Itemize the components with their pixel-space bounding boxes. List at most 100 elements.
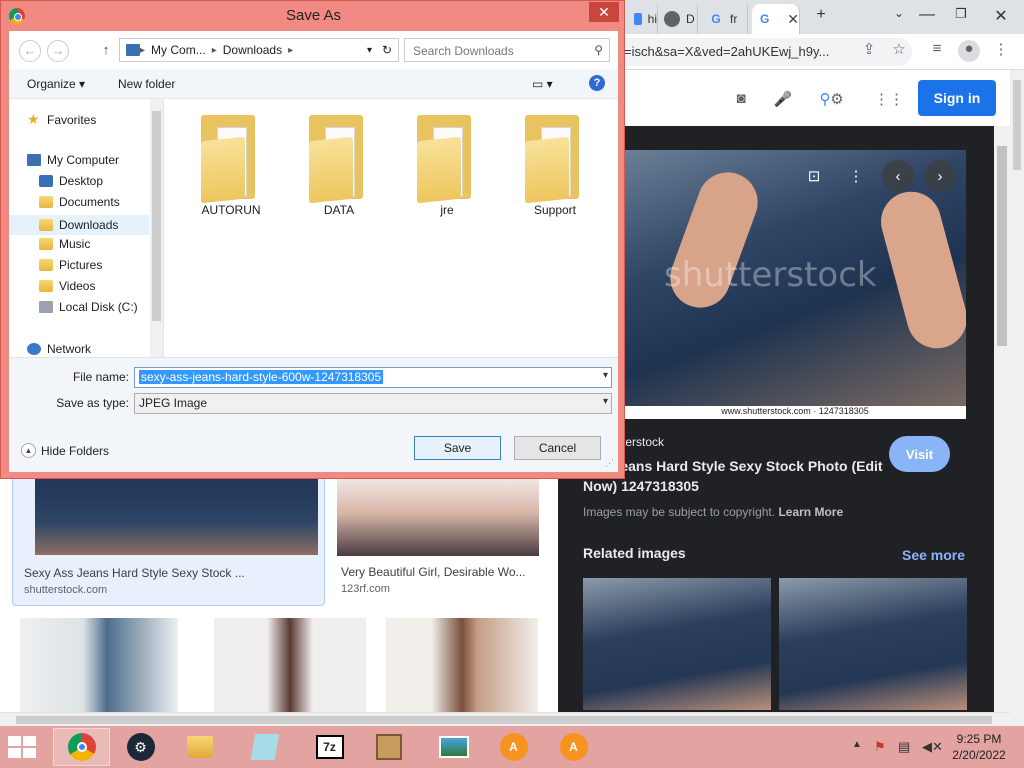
show-hidden-icons-icon[interactable]: ▲ [852, 739, 862, 750]
close-button[interactable]: ✕ [589, 2, 619, 22]
folder-data[interactable]: DATA [289, 109, 389, 217]
panel-scrollbar[interactable] [994, 126, 1010, 712]
resize-grip-icon[interactable]: ⋰ [605, 458, 614, 469]
address-breadcrumb[interactable]: ▸ My Com... ▸ Downloads ▸ ▾ ↻ [119, 38, 399, 62]
notepad-icon[interactable] [236, 728, 293, 766]
tab-1[interactable]: hi [628, 4, 658, 34]
refresh-icon[interactable]: ↻ [382, 43, 392, 57]
organize-button[interactable]: Organize ▾ [27, 77, 85, 91]
preview-image[interactable]: shutterstock [624, 150, 966, 406]
tab-active[interactable]: G ✕ [752, 4, 800, 34]
photos-icon[interactable] [425, 728, 482, 766]
nav-scrollbar[interactable] [150, 99, 163, 357]
file-name-input[interactable]: sexy-ass-jeans-hard-style-600w-124731830… [134, 367, 612, 388]
nav-downloads[interactable]: Downloads [9, 215, 149, 235]
avast-icon[interactable]: A [545, 728, 602, 766]
result-title[interactable]: Very Beautiful Girl, Desirable Wo... [341, 565, 526, 579]
tab-2[interactable]: D [658, 4, 698, 34]
steam-icon[interactable]: ⚙ [112, 728, 169, 766]
profile-icon[interactable]: ● [958, 40, 980, 62]
apps-grid-icon[interactable]: ⋮⋮ [874, 90, 904, 112]
more-options-icon[interactable]: ⋮ [840, 160, 872, 192]
folder-support[interactable]: Support [505, 109, 605, 217]
preview-title[interactable]: Ass Jeans Hard Style Sexy Stock Photo (E… [583, 456, 883, 496]
folder-label: DATA [323, 203, 355, 217]
view-options-icon[interactable]: ▭ ▾ [532, 77, 553, 91]
folder-jre[interactable]: jre [397, 109, 497, 217]
nav-my-computer[interactable]: My Computer [27, 153, 119, 167]
result-thumbnail[interactable] [386, 618, 538, 712]
result-thumbnail[interactable] [337, 470, 539, 556]
nav-videos[interactable]: Videos [39, 279, 95, 293]
breadcrumb-item[interactable]: Downloads [223, 43, 282, 57]
7zip-icon[interactable]: 7z [301, 728, 358, 766]
app-icon[interactable] [360, 728, 417, 766]
nav-desktop[interactable]: Desktop [39, 174, 103, 188]
save-as-type-select[interactable]: JPEG Image ▾ [134, 393, 612, 414]
hide-folders-toggle[interactable]: ▲ Hide Folders [21, 443, 109, 458]
chrome-icon[interactable] [53, 728, 110, 766]
new-tab-button[interactable]: + [810, 6, 832, 24]
sign-in-button[interactable]: Sign in [918, 80, 996, 116]
nav-music[interactable]: Music [39, 237, 90, 251]
file-explorer-icon[interactable] [171, 728, 228, 766]
visit-button[interactable]: Visit [889, 436, 950, 472]
next-icon[interactable]: › [924, 160, 956, 192]
lens-icon[interactable]: ⊡ [798, 160, 830, 192]
scrollbar-thumb[interactable] [152, 111, 161, 321]
camera-icon[interactable]: ◙ [730, 90, 752, 112]
nav-network[interactable]: Network [27, 342, 91, 356]
folder-autorun[interactable]: AUTORUN [181, 109, 281, 217]
close-window-icon[interactable]: ✕ [990, 6, 1012, 26]
windows-start-icon[interactable] [8, 736, 38, 758]
new-folder-button[interactable]: New folder [118, 77, 175, 91]
result-thumbnail[interactable] [20, 618, 178, 712]
result-card[interactable]: Sexy Ass Jeans Hard Style Sexy Stock ...… [12, 470, 325, 606]
volume-muted-icon[interactable]: ◀✕ [922, 739, 943, 755]
reading-list-icon[interactable]: ≡ [926, 40, 948, 62]
related-image[interactable] [779, 578, 967, 710]
chevron-down-icon[interactable]: ▾ [367, 45, 372, 56]
scrollbar-thumb[interactable] [1013, 80, 1021, 170]
avast-icon[interactable]: A [485, 728, 542, 766]
result-thumbnail[interactable] [35, 471, 318, 555]
scrollbar-thumb[interactable] [16, 716, 992, 724]
horizontal-scrollbar[interactable] [0, 712, 1010, 726]
microphone-icon[interactable]: 🎤 [772, 90, 794, 112]
nav-pictures[interactable]: Pictures [39, 258, 102, 272]
page-scrollbar[interactable] [1010, 70, 1024, 726]
result-card[interactable]: Very Beautiful Girl, Desirable Wo... 123… [337, 470, 547, 606]
action-center-flag-icon[interactable]: ⚑ [874, 739, 886, 755]
network-tray-icon[interactable]: ▤ [898, 739, 910, 755]
breadcrumb-item[interactable]: My Com... [151, 43, 206, 57]
share-icon[interactable]: ⇪ [858, 40, 880, 62]
learn-more-link[interactable]: Learn More [778, 505, 843, 519]
close-tab-icon[interactable]: ✕ [787, 11, 799, 28]
save-button[interactable]: Save [414, 436, 501, 460]
nav-favorites[interactable]: ★ Favorites [27, 111, 96, 128]
system-clock[interactable]: 9:25 PM 2/20/2022 [946, 731, 1012, 763]
bookmark-star-icon[interactable]: ☆ [888, 40, 910, 62]
scrollbar-thumb[interactable] [997, 146, 1007, 346]
see-more-link[interactable]: See more [902, 547, 965, 563]
chevron-down-icon[interactable]: ▾ [603, 370, 608, 381]
forward-arrow-icon[interactable]: → [47, 40, 69, 62]
nav-local-disk[interactable]: Local Disk (C:) [39, 300, 138, 314]
restore-icon[interactable]: ❐ [950, 6, 972, 22]
tab-3[interactable]: G fr [702, 4, 748, 34]
tab-search-icon[interactable]: ⌄ [888, 6, 910, 20]
settings-gear-icon[interactable]: ⚙ [826, 90, 848, 112]
help-icon[interactable]: ? [589, 75, 605, 91]
preview-source[interactable]: terstock [622, 435, 664, 449]
cancel-button[interactable]: Cancel [514, 436, 601, 460]
menu-icon[interactable]: ⋮ [990, 40, 1012, 62]
search-input[interactable]: Search Downloads ⚲ [404, 38, 610, 62]
result-title[interactable]: Sexy Ass Jeans Hard Style Sexy Stock ... [24, 566, 245, 580]
minimize-icon[interactable]: — [916, 6, 938, 24]
up-arrow-icon[interactable]: ↑ [95, 40, 117, 62]
result-thumbnail[interactable] [214, 618, 366, 712]
nav-documents[interactable]: Documents [39, 195, 120, 209]
previous-icon[interactable]: ‹ [882, 160, 914, 192]
back-arrow-icon[interactable]: ← [19, 40, 41, 62]
related-image[interactable] [583, 578, 771, 710]
